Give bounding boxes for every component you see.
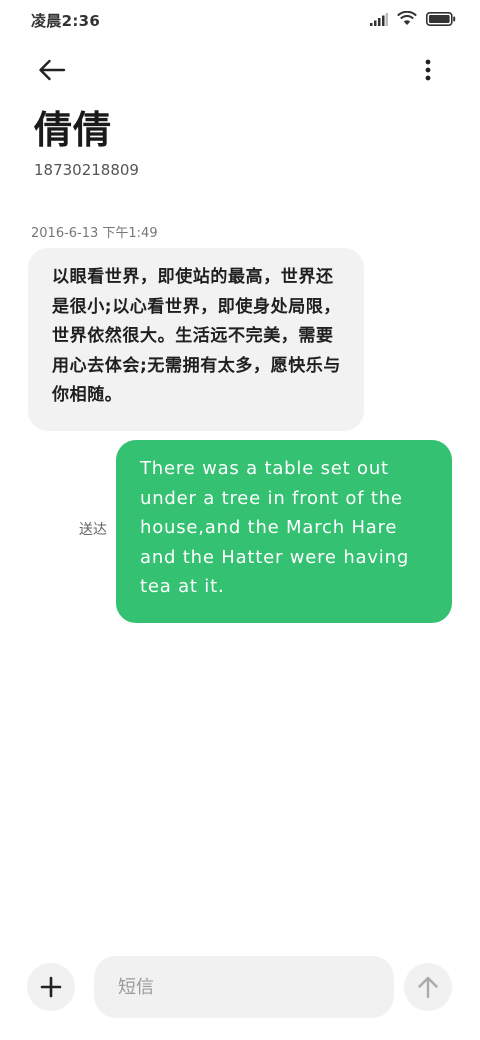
signal-icon <box>370 11 388 30</box>
send-button[interactable] <box>404 963 452 1011</box>
incoming-message-text: 以眼看世界，即使站的最高，世界还是很小;以心看世界，即使身处局限，世界依然很大。… <box>52 267 341 405</box>
message-composer <box>0 955 480 1019</box>
top-bar <box>0 48 480 92</box>
wifi-icon <box>397 10 417 30</box>
battery-icon <box>426 11 456 30</box>
add-attachment-button[interactable] <box>27 963 75 1011</box>
more-vertical-icon <box>425 59 431 81</box>
outgoing-message-text: There was a table set out under a tree i… <box>140 458 410 597</box>
status-icons <box>370 10 456 30</box>
arrow-up-icon <box>418 976 438 999</box>
contact-number: 18730218809 <box>34 161 139 179</box>
message-timestamp: 2016-6-13 下午1:49 <box>31 226 158 241</box>
sms-input[interactable] <box>94 956 394 1018</box>
plus-icon <box>40 976 62 998</box>
incoming-message-bubble[interactable]: 以眼看世界，即使站的最高，世界还是很小;以心看世界，即使身处局限，世界依然很大。… <box>28 248 364 431</box>
status-time: 凌晨2:36 <box>31 12 101 30</box>
status-bar: 凌晨2:36 <box>0 0 480 40</box>
outgoing-message-bubble[interactable]: There was a table set out under a tree i… <box>116 440 452 623</box>
arrow-left-icon <box>39 59 66 81</box>
contact-name: 倩倩 <box>34 108 113 152</box>
back-button[interactable] <box>34 52 70 88</box>
delivery-status: 送达 <box>79 522 107 538</box>
more-options-button[interactable] <box>410 52 446 88</box>
